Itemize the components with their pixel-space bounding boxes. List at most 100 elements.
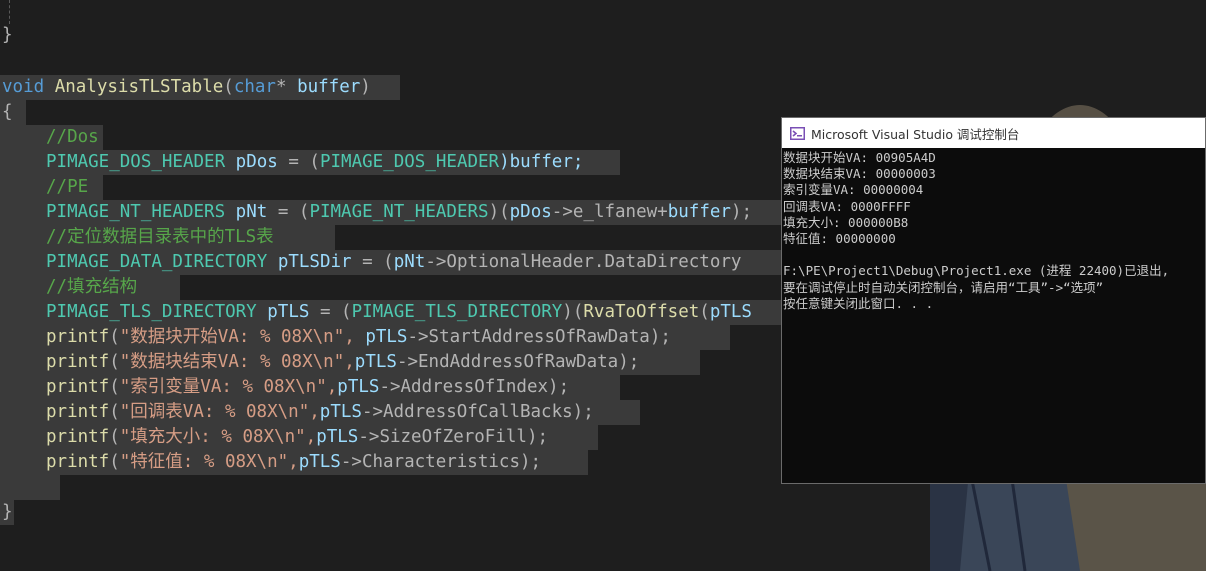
opening-brace: { xyxy=(2,102,13,122)
member: AddressOfIndex xyxy=(400,377,549,397)
variable: pTLS xyxy=(709,302,752,322)
console-line: 填充大小: 000000B8 xyxy=(783,214,909,230)
punctuation: ); xyxy=(526,427,549,447)
code-line-comment[interactable]: //填充结构 xyxy=(46,275,137,300)
punctuation: = ( xyxy=(351,252,394,272)
punctuation: + xyxy=(657,202,668,222)
parameter: buffer xyxy=(286,77,361,97)
code-line-printf[interactable]: printf("特征值: % 08X\n",pTLS->Characterist… xyxy=(46,450,541,475)
comment: //定位数据目录表中的TLS表 xyxy=(46,227,274,247)
function-name: AnalysisTLSTable xyxy=(54,77,224,97)
type-name: PIMAGE_NT_HEADERS xyxy=(309,202,489,222)
punctuation: -> xyxy=(379,377,401,397)
punctuation: ); xyxy=(649,327,671,347)
comment: //PE xyxy=(46,177,89,197)
code-line-comment[interactable]: //Dos xyxy=(46,125,99,150)
member: Characteristics xyxy=(361,452,520,472)
console-line: F:\PE\Project1\Debug\Project1.exe (进程 22… xyxy=(783,263,1170,279)
code-line[interactable]: } xyxy=(2,23,13,48)
code-line-printf[interactable]: printf("数据块结束VA: % 08X\n",pTLS->EndAddre… xyxy=(46,350,639,375)
punctuation: = ( xyxy=(267,202,310,222)
variable: pTLS xyxy=(267,302,310,322)
console-line: 索引变量VA: 00000004 xyxy=(783,182,924,198)
type-name: PIMAGE_NT_HEADERS xyxy=(46,202,226,222)
comment: //Dos xyxy=(46,127,99,147)
string-literal: "数据块结束VA: % 08X\n", xyxy=(119,352,355,372)
member: OptionalHeader.DataDirectory xyxy=(446,252,742,272)
code-line-function-signature[interactable]: void AnalysisTLSTable(char* buffer) xyxy=(2,75,371,100)
variable: pTLSDir xyxy=(277,252,352,272)
function-name: printf xyxy=(46,352,110,372)
function-name: printf xyxy=(46,327,110,347)
code-line[interactable]: } xyxy=(2,500,13,525)
visual-studio-icon xyxy=(790,126,805,140)
type-name: PIMAGE_TLS_DIRECTORY xyxy=(351,302,563,322)
comment: //填充结构 xyxy=(46,277,138,297)
indent-guide xyxy=(9,0,10,24)
member: e_lfanew xyxy=(572,202,658,222)
punctuation: -> xyxy=(407,327,429,347)
console-output[interactable]: 数据块开始VA: 00905A4D 数据块结束VA: 00000003 索引变量VA… xyxy=(782,148,1205,312)
debug-console-window[interactable]: Microsoft Visual Studio 调试控制台 数据块开始VA: 0… xyxy=(781,117,1206,484)
type-name: PIMAGE_DATA_DIRECTORY xyxy=(46,252,268,272)
code-line[interactable]: { xyxy=(2,100,13,125)
console-line: 要在调试停止时自动关闭控制台，请启用“工具”->“选项” xyxy=(783,279,1104,295)
member: SizeOfZeroFill xyxy=(379,427,527,447)
punctuation: = ( xyxy=(277,152,320,172)
code-line-printf[interactable]: printf("数据块开始VA: % 08X\n", pTLS->StartAd… xyxy=(46,325,671,350)
function-name: printf xyxy=(46,452,110,472)
string-literal: "数据块开始VA: % 08X\n", xyxy=(119,327,366,347)
punctuation: -> xyxy=(340,452,362,472)
code-line[interactable]: PIMAGE_DATA_DIRECTORY pTLSDir = (pNt->Op… xyxy=(46,250,741,275)
code-line[interactable]: PIMAGE_TLS_DIRECTORY pTLS = (PIMAGE_TLS_… xyxy=(46,300,752,325)
punctuation: ); xyxy=(618,352,640,372)
closing-brace: } xyxy=(2,25,13,45)
function-name: RvaToOffset xyxy=(583,302,700,322)
code-line[interactable]: PIMAGE_NT_HEADERS pNt = (PIMAGE_NT_HEADE… xyxy=(46,200,752,225)
punctuation: -> xyxy=(551,202,573,222)
punctuation: -> xyxy=(358,427,380,447)
closing-brace: } xyxy=(2,502,13,522)
member: StartAddressOfRawData xyxy=(428,327,650,347)
string-literal: "回调表VA: % 08X\n", xyxy=(119,402,320,422)
variable: pTLS xyxy=(319,402,362,422)
punctuation: ) xyxy=(360,77,371,97)
punctuation: ); xyxy=(572,402,594,422)
variable: pTLS xyxy=(365,327,408,347)
member: EndAddressOfRawData xyxy=(418,352,619,372)
punctuation: )( xyxy=(488,202,510,222)
type-name: PIMAGE_DOS_HEADER xyxy=(319,152,500,172)
code-line-printf[interactable]: printf("填充大小: % 08X\n",pTLS->SizeOfZeroF… xyxy=(46,425,548,450)
function-name: printf xyxy=(46,377,110,397)
code-line-printf[interactable]: printf("索引变量VA: % 08X\n",pTLS->AddressOf… xyxy=(46,375,569,400)
variable: pNt xyxy=(393,252,426,272)
keyword: void xyxy=(2,77,45,97)
console-line: 数据块结束VA: 00000003 xyxy=(783,166,936,182)
variable: pDos xyxy=(509,202,552,222)
variable: pDos xyxy=(235,152,278,172)
selection-highlight xyxy=(0,475,60,500)
code-line[interactable]: PIMAGE_DOS_HEADER pDos = (PIMAGE_DOS_HEA… xyxy=(46,150,583,175)
parameter: )buffer; xyxy=(499,152,584,172)
punctuation: )( xyxy=(562,302,584,322)
punctuation: ( xyxy=(223,77,234,97)
punctuation: -> xyxy=(396,352,419,372)
string-literal: "填充大小: % 08X\n", xyxy=(119,427,317,447)
variable: pTLS xyxy=(337,377,380,397)
code-line-comment[interactable]: //定位数据目录表中的TLS表 xyxy=(46,225,274,250)
type-name: PIMAGE_DOS_HEADER xyxy=(46,152,226,172)
console-title: Microsoft Visual Studio 调试控制台 xyxy=(811,126,1020,142)
code-line-printf[interactable]: printf("回调表VA: % 08X\n",pTLS->AddressOfC… xyxy=(46,400,594,425)
function-name: printf xyxy=(46,402,110,422)
code-line-comment[interactable]: //PE xyxy=(46,175,88,200)
punctuation: -> xyxy=(425,252,447,272)
console-line: 特征值: 00000000 xyxy=(783,231,896,247)
variable: pNt xyxy=(235,202,268,222)
function-name: printf xyxy=(46,427,110,447)
variable: pTLS xyxy=(354,352,397,372)
parameter: buffer xyxy=(667,202,731,222)
console-title-bar[interactable]: Microsoft Visual Studio 调试控制台 xyxy=(782,118,1205,148)
string-literal: "特征值: % 08X\n", xyxy=(119,452,299,472)
string-literal: "索引变量VA: % 08X\n", xyxy=(119,377,338,397)
